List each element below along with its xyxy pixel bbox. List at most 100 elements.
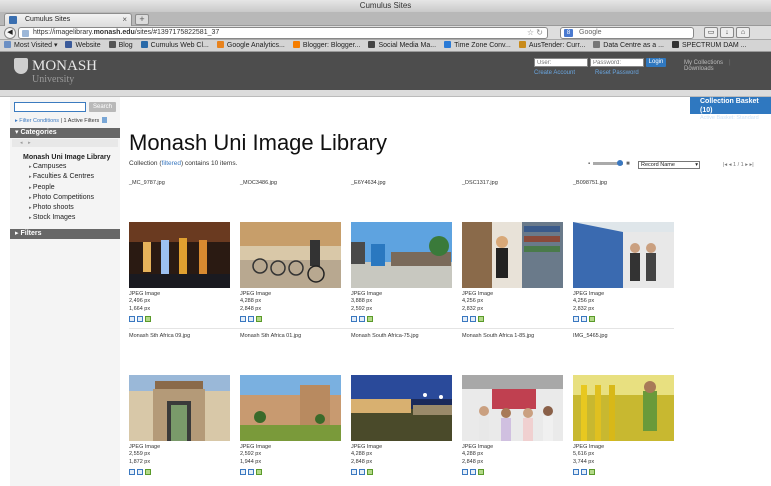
info-icon[interactable] <box>137 316 143 322</box>
image-item[interactable]: _B098751.jpg JPEG Image 4,256 px 2,832 px <box>573 180 675 322</box>
collection-basket[interactable]: Collection Basket (10) Active Basket: St… <box>690 97 771 121</box>
info-icon[interactable] <box>248 469 254 475</box>
filters-heading[interactable]: ▸ Filters <box>10 229 120 239</box>
image-filename[interactable]: Monash Sth Africa 09.jpg <box>129 333 231 339</box>
username-field[interactable] <box>534 58 588 67</box>
preview-icon[interactable] <box>462 316 468 322</box>
image-filename[interactable]: Monash Sth Africa 01.jpg <box>240 333 342 339</box>
filtered-link[interactable]: filtered <box>162 160 182 167</box>
image-thumbnail[interactable] <box>462 222 563 288</box>
preview-icon[interactable] <box>240 469 246 475</box>
add-to-basket-icon[interactable] <box>256 469 262 475</box>
category-item[interactable]: People <box>23 183 111 193</box>
image-thumbnail[interactable] <box>351 222 452 288</box>
info-icon[interactable] <box>359 316 365 322</box>
image-item[interactable]: _E6Y4634.jpg JPEG Image 3,888 px 2,592 px <box>351 180 453 322</box>
add-to-basket-icon[interactable] <box>256 316 262 322</box>
sort-select[interactable]: Record Name ▾ <box>638 161 700 169</box>
bookmark-item[interactable]: Most Visited ▾ <box>4 40 57 51</box>
search-button[interactable]: Search <box>89 102 116 112</box>
category-item[interactable]: Faculties & Centres <box>23 172 111 182</box>
reset-password-link[interactable]: Reset Password <box>595 70 639 76</box>
info-icon[interactable] <box>248 316 254 322</box>
filter-conditions-link[interactable]: ▸ Filter Conditions <box>15 118 59 124</box>
downloads-icon[interactable]: ↓ <box>720 27 734 38</box>
image-filename[interactable]: _MC_9787.jpg <box>129 180 231 186</box>
image-filename[interactable]: _DSC1317.jpg <box>462 180 564 186</box>
clear-filters-icon[interactable] <box>102 117 108 123</box>
thumbnail-size-slider[interactable] <box>593 159 624 166</box>
image-thumbnail[interactable] <box>462 375 563 441</box>
close-tab-icon[interactable]: × <box>122 14 127 26</box>
add-to-basket-icon[interactable] <box>145 316 151 322</box>
browser-tab[interactable]: Cumulus Sites × <box>4 13 132 26</box>
password-field[interactable] <box>590 58 644 67</box>
add-to-basket-icon[interactable] <box>367 316 373 322</box>
login-button[interactable]: Login <box>646 58 666 67</box>
preview-icon[interactable] <box>129 469 135 475</box>
image-filename[interactable]: _MOC3486.jpg <box>240 180 342 186</box>
info-icon[interactable] <box>470 316 476 322</box>
bookmark-item[interactable]: Google Analytics... <box>216 40 285 51</box>
info-icon[interactable] <box>581 469 587 475</box>
category-item[interactable]: Photo shoots <box>23 203 111 213</box>
preview-icon[interactable] <box>573 316 579 322</box>
image-thumbnail[interactable] <box>573 222 674 288</box>
bookmark-star-icon[interactable]: ☆ <box>527 28 534 37</box>
image-item[interactable]: _MOC3486.jpg JPEG Image 4,288 px 2,848 px <box>240 180 342 322</box>
bookmark-item[interactable]: Website <box>65 40 101 51</box>
web-search-input[interactable]: 8 Google <box>560 27 694 39</box>
bookmark-item[interactable]: Cumulus Web Cl... <box>140 40 209 51</box>
pager[interactable]: |◂ ◂ 1 / 1 ▸ ▸| <box>723 162 754 168</box>
image-item[interactable]: Monash Sth Africa 09.jpg JPEG Image 2,559 … <box>129 333 231 475</box>
bookmark-item[interactable]: SPECTRUM DAM ... <box>671 40 747 51</box>
image-thumbnail[interactable] <box>129 375 230 441</box>
category-root[interactable]: Monash Uni Image Library <box>23 153 111 162</box>
bookmark-item[interactable]: Data Centre as a ... <box>593 40 664 51</box>
image-item[interactable]: IMG_5465.jpg JPEG Image 5,616 px 3,744 px <box>573 333 675 475</box>
bookmark-item[interactable]: Time Zone Conv... <box>444 40 511 51</box>
info-icon[interactable] <box>581 316 587 322</box>
search-input[interactable] <box>14 102 86 112</box>
small-size-icon[interactable]: ▪ <box>588 161 590 167</box>
address-bar[interactable]: https://imagelibrary.monash.edu/sites/#1… <box>18 27 548 39</box>
image-item[interactable]: Monash South Africa 1-85.jpg JPEG Image 4,… <box>462 333 564 475</box>
back-button[interactable]: ◀ <box>4 27 16 39</box>
image-filename[interactable]: IMG_5465.jpg <box>573 333 675 339</box>
image-item[interactable]: Monash South Africa-75.jpg JPEG Image 4,28… <box>351 333 453 475</box>
bookmark-item[interactable]: Blog <box>108 40 133 51</box>
home-icon[interactable]: ⌂ <box>736 27 750 38</box>
search-engine-icon[interactable]: 8 <box>564 29 573 37</box>
preview-icon[interactable] <box>462 469 468 475</box>
preview-icon[interactable] <box>351 316 357 322</box>
category-item[interactable]: Stock Images <box>23 213 111 223</box>
category-item[interactable]: Photo Competitions <box>23 193 111 203</box>
image-filename[interactable]: _E6Y4634.jpg <box>351 180 453 186</box>
create-account-link[interactable]: Create Account <box>534 70 575 76</box>
monash-logo[interactable]: MONASH University <box>14 58 97 85</box>
image-thumbnail[interactable] <box>573 375 674 441</box>
image-item[interactable]: _DSC1317.jpg JPEG Image 4,256 px 2,832 px <box>462 180 564 322</box>
category-item[interactable]: Campuses <box>23 162 111 172</box>
window-menu-icon[interactable]: ▭ <box>704 27 718 38</box>
image-item[interactable]: _MC_9787.jpg JPEG Image 2,496 px 1,664 px <box>129 180 231 322</box>
bookmark-item[interactable]: Social Media Ma... <box>368 40 436 51</box>
image-item[interactable]: Monash Sth Africa 01.jpg JPEG Image 2,592 … <box>240 333 342 475</box>
downloads-link[interactable]: Downloads <box>684 66 714 72</box>
add-to-basket-icon[interactable] <box>478 469 484 475</box>
preview-icon[interactable] <box>573 469 579 475</box>
new-tab-button[interactable]: + <box>135 14 149 25</box>
add-to-basket-icon[interactable] <box>589 316 595 322</box>
large-size-icon[interactable]: ■ <box>626 161 630 167</box>
image-thumbnail[interactable] <box>240 222 341 288</box>
site-identity-icon[interactable] <box>22 30 29 37</box>
preview-icon[interactable] <box>240 316 246 322</box>
add-to-basket-icon[interactable] <box>367 469 373 475</box>
bookmark-item[interactable]: AusTender: Curr... <box>518 40 585 51</box>
reload-icon[interactable]: ↻ <box>536 28 543 37</box>
image-filename[interactable]: _B098751.jpg <box>573 180 675 186</box>
image-thumbnail[interactable] <box>240 375 341 441</box>
categories-heading[interactable]: ▾ Categories <box>10 128 120 138</box>
info-icon[interactable] <box>359 469 365 475</box>
image-filename[interactable]: Monash South Africa-75.jpg <box>351 333 453 339</box>
